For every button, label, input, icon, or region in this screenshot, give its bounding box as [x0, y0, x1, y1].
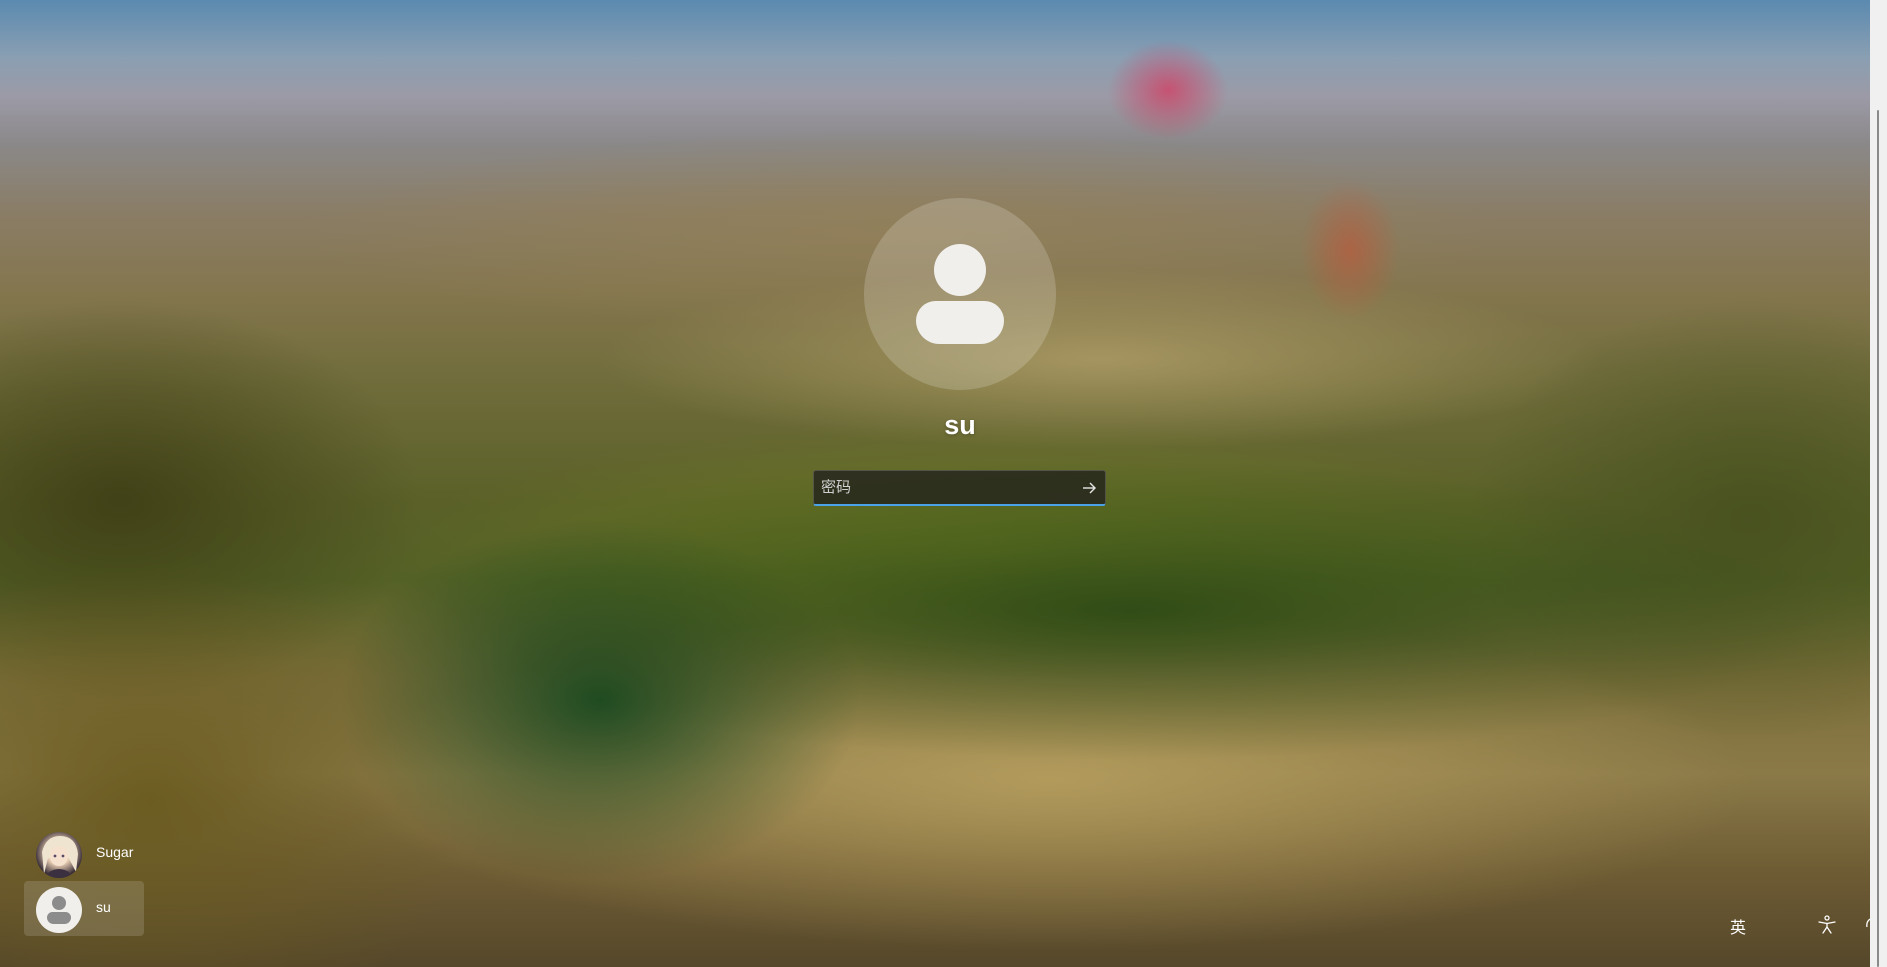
user-item-su[interactable]: su	[24, 881, 144, 936]
password-input[interactable]	[821, 473, 1061, 501]
sugar-avatar	[36, 832, 82, 878]
person-icon-head	[934, 244, 986, 296]
generic-person-icon	[36, 887, 82, 933]
user-item-label: Sugar	[96, 844, 134, 860]
user-avatar-large	[864, 198, 1056, 390]
user-item-label: su	[96, 899, 111, 915]
user-item-sugar[interactable]: Sugar	[24, 826, 144, 881]
input-method-indicator[interactable]: 英	[1730, 914, 1746, 938]
scrollbar[interactable]	[1870, 0, 1887, 967]
accessibility-icon[interactable]	[1816, 914, 1838, 936]
user-switcher-list: Sugar su	[24, 826, 144, 936]
account-name: su	[944, 410, 976, 440]
lock-screen: su Sugar su 英	[0, 0, 1887, 967]
arrow-right-icon[interactable]	[1079, 478, 1099, 498]
scrollbar-thumb[interactable]	[1877, 110, 1879, 967]
password-field-container[interactable]	[813, 470, 1106, 506]
person-icon-body	[916, 301, 1004, 344]
